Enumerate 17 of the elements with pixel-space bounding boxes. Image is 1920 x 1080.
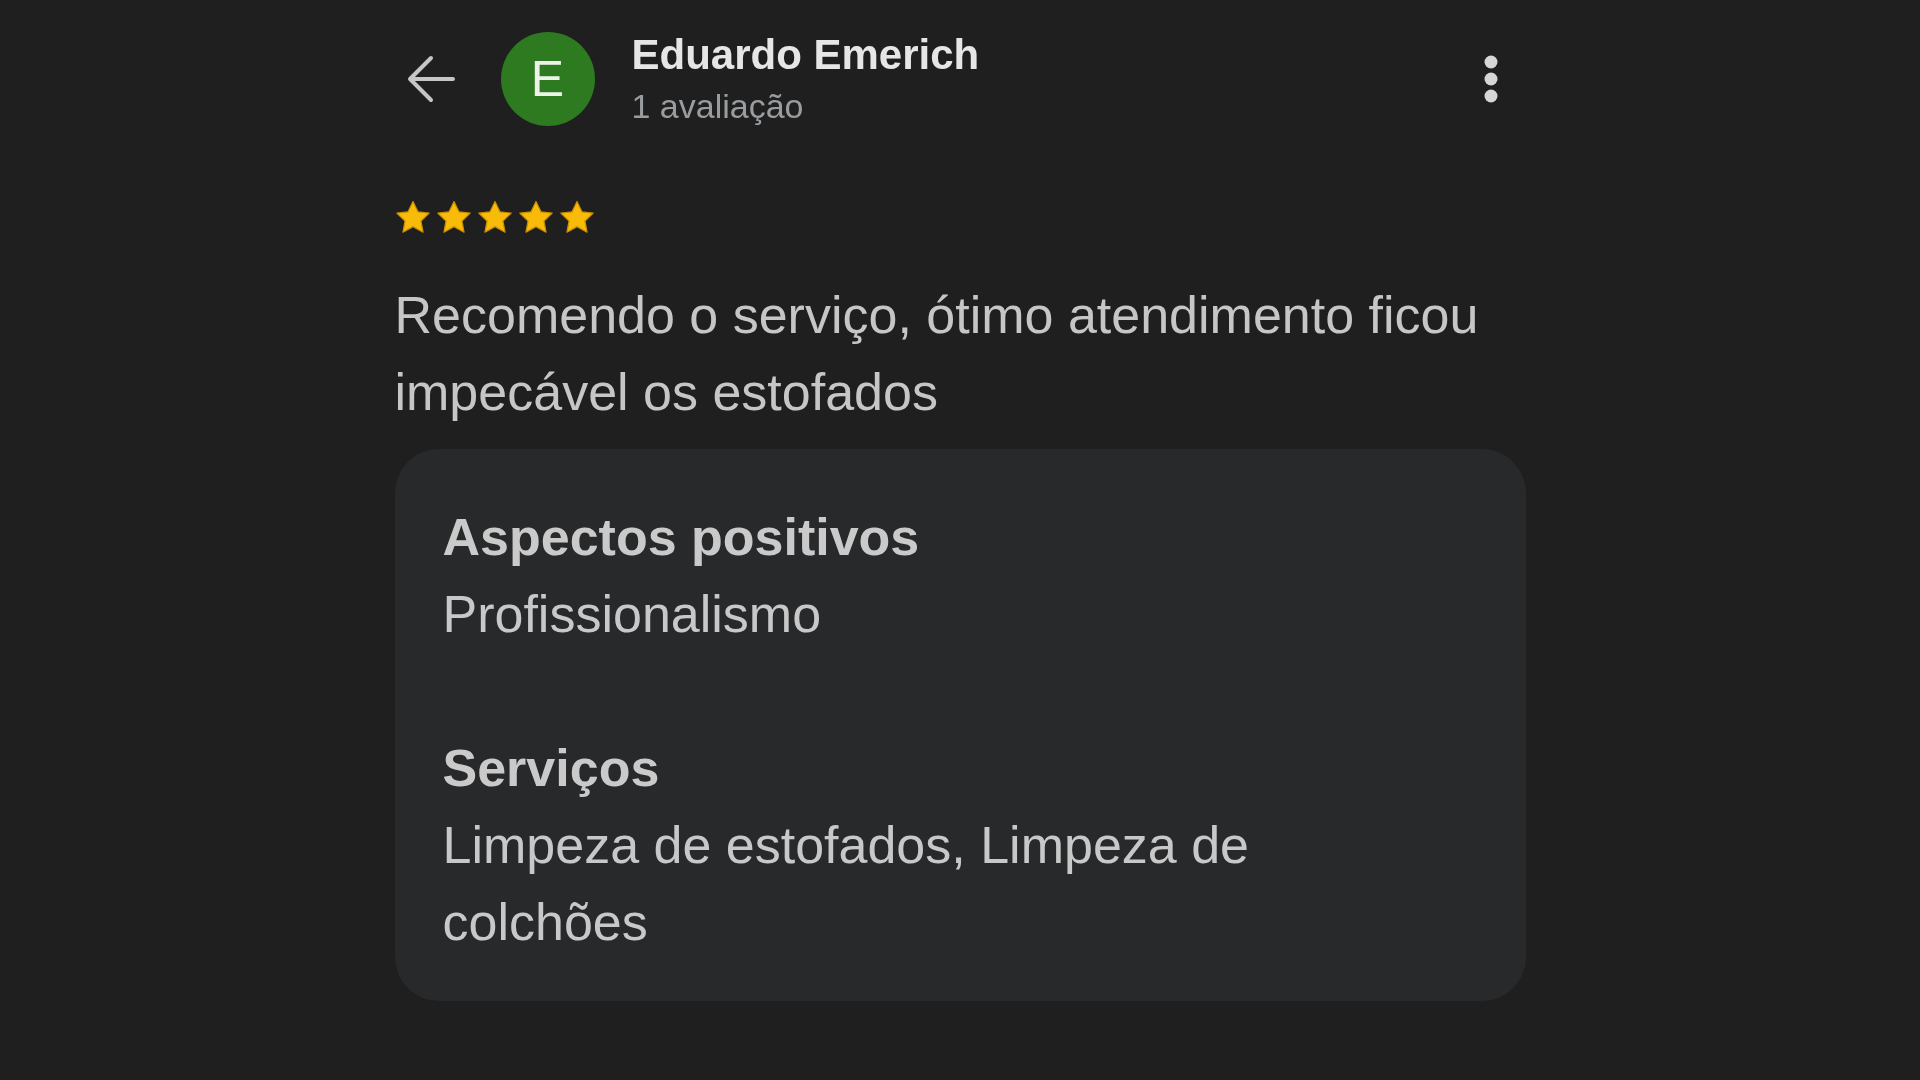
star-icon [476,200,513,235]
detail-value: Profissionalismo [442,584,822,645]
avatar: E [500,32,595,126]
detail-heading: Aspectos positivos [442,507,920,568]
review-count: 1 avaliação [631,86,804,127]
star-icon [435,200,472,235]
detail-value: Limpeza de estofados, Limpeza de colchões [442,815,1250,953]
review-text: Recomendo o serviço, ótimo atendimento ficou impecável os estofados [394,285,1480,423]
star-icon [558,200,595,235]
back-arrow-icon [406,55,455,103]
more-options-button[interactable] [1483,55,1498,103]
more-options-icon [1483,55,1498,103]
back-button[interactable] [406,55,455,103]
reviewer-name: Eduardo Emerich [631,30,980,80]
star-icon [517,200,554,235]
detail-heading: Serviços [442,738,660,799]
star-icon [394,200,431,235]
